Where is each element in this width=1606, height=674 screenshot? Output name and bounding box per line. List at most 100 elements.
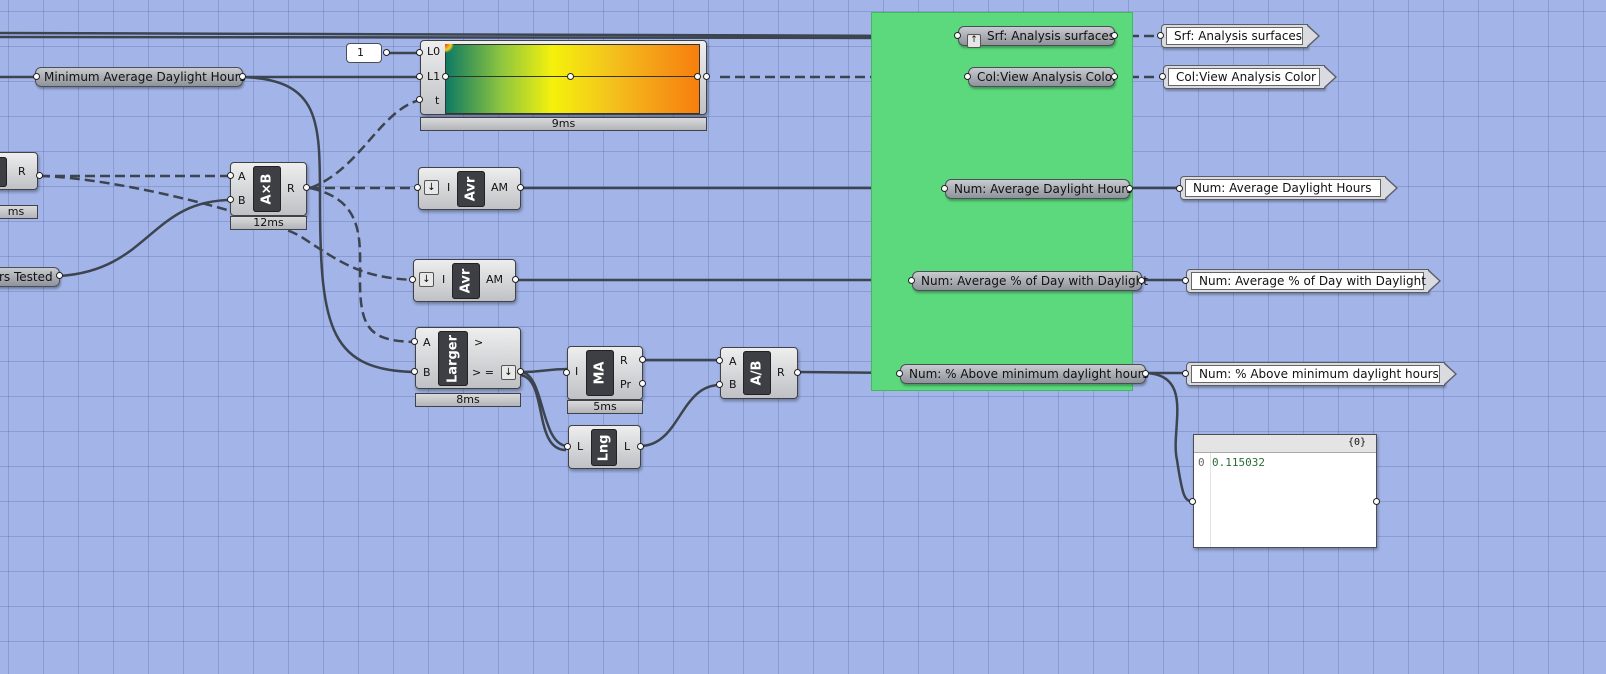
graft-icon[interactable]: ↓ xyxy=(419,272,434,287)
panel-num-pct-above-minimum[interactable]: Num: % Above minimum daylight hours xyxy=(1186,362,1457,386)
port-dot[interactable] xyxy=(1157,32,1164,39)
port-dot[interactable] xyxy=(56,272,63,279)
port-dot[interactable] xyxy=(1111,32,1118,39)
port-dot[interactable] xyxy=(1126,185,1133,192)
port-dot[interactable] xyxy=(414,184,421,191)
average-component-1[interactable]: ↓ I Avr AM xyxy=(418,167,521,210)
partial-component[interactable]: R xyxy=(0,152,38,190)
port-dot[interactable] xyxy=(416,49,423,56)
gradient-corner-marker xyxy=(445,44,457,56)
param-srf-analysis-surfaces[interactable]: ↑ Srf: Analysis surfaces xyxy=(958,26,1115,48)
div-input-b: B xyxy=(729,378,737,391)
panel-text: Num: Average Daylight Hours xyxy=(1185,179,1381,197)
port-dot[interactable] xyxy=(954,32,961,39)
port-dot[interactable] xyxy=(1373,498,1380,505)
port-dot[interactable] xyxy=(512,276,519,283)
port-dot[interactable] xyxy=(941,185,948,192)
port-dot[interactable] xyxy=(517,368,524,375)
average1-output-am: AM xyxy=(491,181,509,194)
number-slider[interactable]: 1 xyxy=(346,43,382,63)
port-dot[interactable] xyxy=(1182,277,1189,284)
param-num-average-pct-daylight[interactable]: Num: Average % of Day with Daylight xyxy=(912,271,1148,291)
data-panel[interactable]: {0} 0 0.115032 xyxy=(1193,434,1377,548)
port-dot[interactable] xyxy=(517,184,524,191)
port-dot[interactable] xyxy=(896,370,903,377)
port-dot[interactable] xyxy=(36,172,43,179)
port-dot[interactable] xyxy=(1176,185,1183,192)
port-dot[interactable] xyxy=(227,196,234,203)
mass-addition-component[interactable]: I MA R Pr xyxy=(567,346,643,400)
gradient-component[interactable]: L0 L1 t xyxy=(420,40,707,115)
port-dot[interactable] xyxy=(637,443,644,450)
port-dot[interactable] xyxy=(409,276,416,283)
port-dot[interactable] xyxy=(239,73,246,80)
average-component-2[interactable]: ↓ I Avr AM xyxy=(413,259,516,302)
average-icon: Avr xyxy=(457,171,485,207)
param-hours-tested[interactable]: rs Tested xyxy=(0,267,60,287)
ma-output-pr: Pr xyxy=(620,378,631,391)
param-label: Num: Average % of Day with Daylight xyxy=(921,274,1148,288)
dash-r-avg2 xyxy=(39,174,416,282)
param-min-average-daylight-hours[interactable]: Minimum Average Daylight Hours xyxy=(35,67,246,87)
lng-input-l: L xyxy=(577,440,584,453)
port-dot[interactable] xyxy=(33,73,40,80)
multiply-input-a: A xyxy=(238,170,246,183)
port-dot[interactable] xyxy=(1189,498,1196,505)
port-dot[interactable] xyxy=(411,368,418,375)
port-dot[interactable] xyxy=(383,49,390,56)
ma-output-r: R xyxy=(620,354,628,367)
mass-addition-timer: 5ms xyxy=(567,400,643,414)
port-dot[interactable] xyxy=(564,443,571,450)
port-dot[interactable] xyxy=(639,380,646,387)
gradient-handle-mid[interactable] xyxy=(567,73,574,80)
larger-input-b: B xyxy=(423,366,431,379)
multiply-output-r: R xyxy=(287,182,295,195)
graft-icon[interactable]: ↓ xyxy=(501,365,516,380)
param-col-view-analysis-color[interactable]: Col:View Analysis Color xyxy=(968,67,1117,87)
larger-output-gte: > = xyxy=(472,366,494,379)
port-dot[interactable] xyxy=(1182,370,1189,377)
param-num-pct-above-minimum[interactable]: Num: % Above minimum daylight hours xyxy=(900,364,1149,384)
div-output-r: R xyxy=(777,366,785,379)
param-num-average-daylight-hours[interactable]: Num: Average Daylight Hours xyxy=(945,179,1132,199)
larger-timer: 8ms xyxy=(415,393,521,407)
port-dot[interactable] xyxy=(964,73,971,80)
larger-icon: Larger xyxy=(438,331,468,386)
div-input-a: A xyxy=(729,355,737,368)
panel-text: Col:View Analysis Color xyxy=(1168,68,1320,86)
panel-srf-analysis-surfaces[interactable]: Srf: Analysis surfaces xyxy=(1161,24,1320,48)
port-dot[interactable] xyxy=(716,381,723,388)
port-dot[interactable] xyxy=(416,73,423,80)
division-component[interactable]: A B A/B R xyxy=(720,347,798,399)
port-dot[interactable] xyxy=(908,277,915,284)
data-panel-header: {0} xyxy=(1194,435,1376,453)
port-dot[interactable] xyxy=(303,184,310,191)
list-length-component[interactable]: L Lng L xyxy=(568,425,641,469)
wire-larger-lng-1 xyxy=(520,370,569,448)
larger-component[interactable]: A B Larger > > = ↓ xyxy=(415,327,521,389)
port-dot[interactable] xyxy=(563,369,570,376)
upload-icon: ↑ xyxy=(967,34,981,48)
port-dot[interactable] xyxy=(411,338,418,345)
panel-num-average-pct-daylight[interactable]: Num: Average % of Day with Daylight xyxy=(1186,269,1441,293)
dash-mult-t xyxy=(309,98,421,190)
partial-timer: ms xyxy=(0,205,38,219)
multiply-component[interactable]: A B A×B R xyxy=(230,162,307,216)
port-dot[interactable] xyxy=(227,172,234,179)
gradient-handle-right[interactable] xyxy=(694,73,701,80)
port-dot[interactable] xyxy=(1111,73,1118,80)
ma-input-i: I xyxy=(575,365,579,378)
port-dot[interactable] xyxy=(416,96,423,103)
gradient-handle-left[interactable] xyxy=(442,73,449,80)
port-dot[interactable] xyxy=(1138,277,1145,284)
gradient-input-l1: L1 xyxy=(427,70,441,83)
port-dot[interactable] xyxy=(639,356,646,363)
panel-num-average-daylight-hours[interactable]: Num: Average Daylight Hours xyxy=(1180,176,1398,200)
port-dot[interactable] xyxy=(1159,73,1166,80)
port-dot[interactable] xyxy=(1142,370,1149,377)
panel-col-view-analysis-color[interactable]: Col:View Analysis Color xyxy=(1163,65,1337,89)
graft-icon[interactable]: ↓ xyxy=(424,180,439,195)
port-dot[interactable] xyxy=(703,73,710,80)
port-dot[interactable] xyxy=(794,369,801,376)
port-dot[interactable] xyxy=(716,357,723,364)
